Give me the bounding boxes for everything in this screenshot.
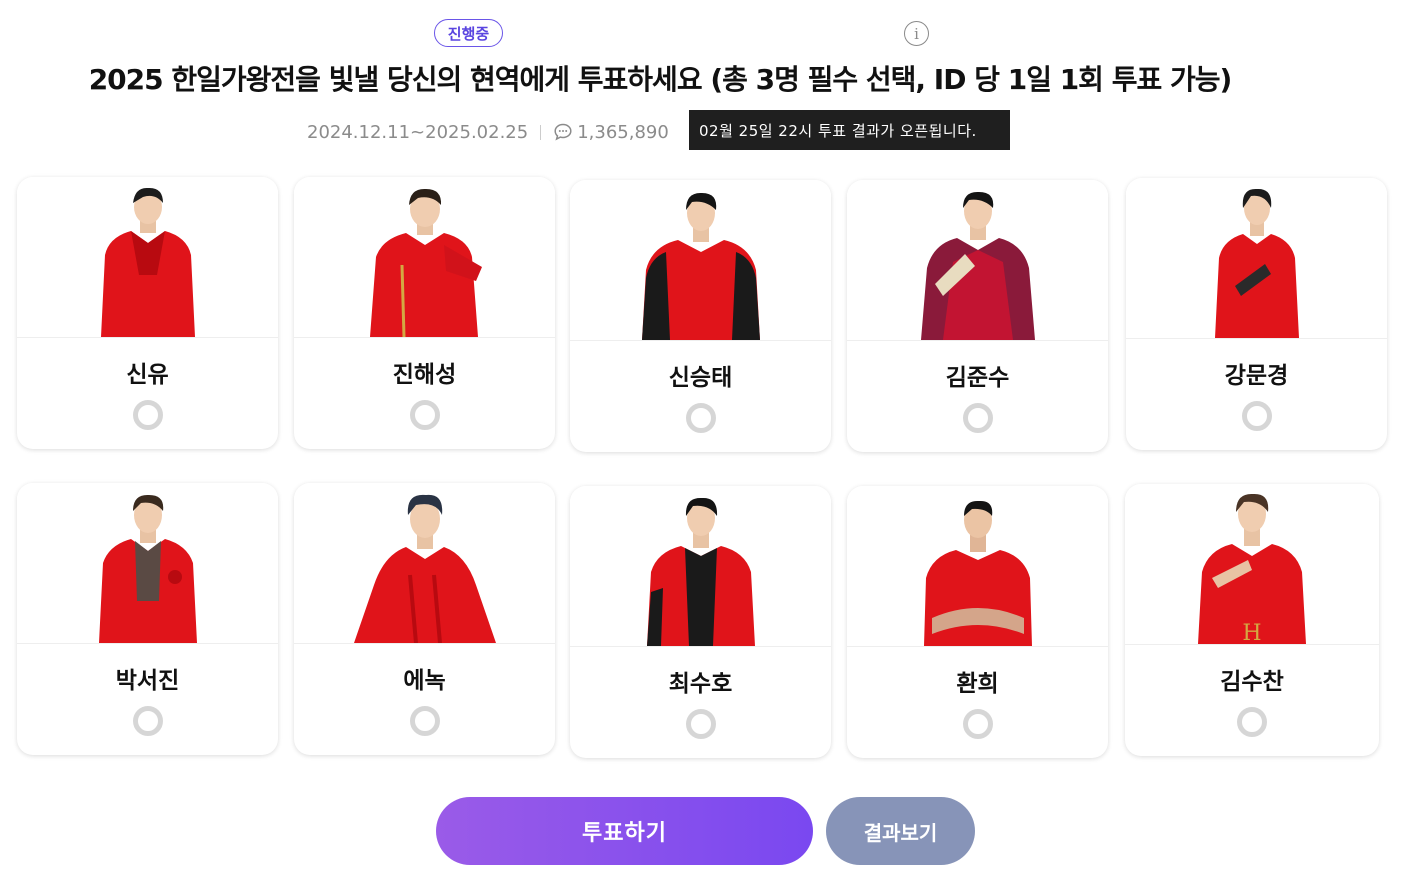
- candidate-name: 강문경: [1224, 363, 1289, 389]
- candidate-photo: H: [1125, 484, 1379, 645]
- candidate-name: 김준수: [945, 365, 1010, 391]
- vote-period: 2024.12.11~2025.02.25: [307, 121, 529, 143]
- status-badge: 진행중: [434, 19, 503, 47]
- candidate-photo-figure: [641, 192, 760, 340]
- vote-meta: 2024.12.11~2025.02.25 1,365,890: [307, 120, 669, 144]
- candidate-card-1[interactable]: 신유: [17, 177, 278, 449]
- candidate-photo: [847, 180, 1108, 341]
- candidate-name: 김수찬: [1220, 669, 1284, 695]
- candidate-photo-figure: [369, 188, 482, 337]
- candidate-photo: [17, 177, 278, 338]
- candidate-radio[interactable]: [409, 400, 440, 430]
- candidate-radio[interactable]: [409, 706, 440, 736]
- candidate-radio[interactable]: [132, 400, 163, 430]
- candidate-radio[interactable]: [132, 706, 163, 736]
- candidate-radio[interactable]: [1241, 401, 1272, 431]
- candidate-photo: [1126, 178, 1387, 339]
- candidate-photo: [570, 180, 831, 341]
- candidate-card-8[interactable]: 최수호: [570, 486, 831, 758]
- candidate-card-10[interactable]: H 김수찬: [1125, 484, 1379, 756]
- candidate-photo-figure: [923, 500, 1032, 646]
- candidate-name: 신승태: [668, 365, 733, 391]
- candidate-photo-figure: [98, 494, 197, 643]
- result-open-tooltip: 02월 25일 22시 투표 결과가 오픈됩니다.: [689, 110, 1010, 150]
- candidate-photo: [847, 486, 1108, 647]
- meta-divider: [540, 124, 542, 140]
- candidate-photo-figure: [100, 187, 195, 337]
- candidate-photo-figure: [1214, 188, 1299, 338]
- comment-icon: [553, 122, 573, 142]
- candidate-name: 최수호: [668, 671, 733, 697]
- candidate-name: 에녹: [403, 668, 446, 694]
- vote-button[interactable]: 투표하기: [436, 797, 813, 865]
- candidate-name: 박서진: [115, 668, 180, 694]
- candidate-photo: [570, 486, 831, 647]
- candidate-card-3[interactable]: 신승태: [570, 180, 831, 452]
- candidate-card-9[interactable]: 환희: [847, 486, 1108, 758]
- svg-text:H: H: [1242, 621, 1261, 644]
- candidate-photo: [17, 483, 278, 644]
- candidate-photo: [294, 483, 555, 644]
- candidate-photo-figure: [920, 191, 1035, 340]
- info-icon[interactable]: i: [904, 21, 929, 46]
- candidate-card-7[interactable]: 에녹: [294, 483, 555, 755]
- candidate-photo-figure: [646, 497, 755, 646]
- candidate-card-4[interactable]: 김준수: [847, 180, 1108, 452]
- candidate-photo: [294, 177, 555, 338]
- candidate-radio[interactable]: [685, 709, 716, 739]
- page-title: 2025 한일가왕전을 빛낼 당신의 현역에게 투표하세요 (총 3명 필수 선…: [88, 63, 1233, 96]
- candidate-photo-figure: H: [1198, 493, 1306, 644]
- candidate-radio[interactable]: [1237, 707, 1267, 737]
- candidate-name: 환희: [956, 671, 999, 697]
- candidate-radio[interactable]: [962, 403, 993, 433]
- candidate-card-6[interactable]: 박서진: [17, 483, 278, 755]
- candidate-card-5[interactable]: 강문경: [1126, 178, 1387, 450]
- candidate-photo-figure: [353, 494, 496, 643]
- comment-count-group[interactable]: 1,365,890: [553, 122, 669, 143]
- candidate-radio[interactable]: [962, 709, 993, 739]
- candidate-card-2[interactable]: 진해성: [294, 177, 555, 449]
- candidate-radio[interactable]: [685, 403, 716, 433]
- view-results-button[interactable]: 결과보기: [826, 797, 975, 865]
- candidate-name: 신유: [126, 362, 169, 388]
- comment-count: 1,365,890: [577, 121, 669, 143]
- candidate-name: 진해성: [392, 362, 457, 388]
